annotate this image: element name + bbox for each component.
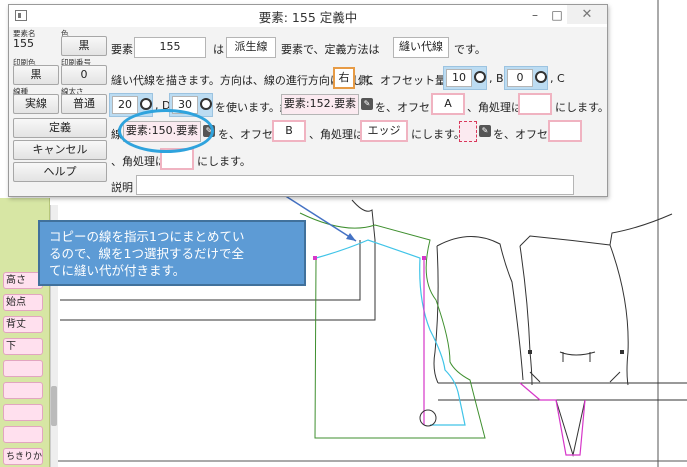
palette-item[interactable] bbox=[3, 360, 43, 377]
callout-line: てに縫い代が付きます。 bbox=[49, 263, 186, 278]
cancel-button[interactable]: キャンセル bbox=[13, 140, 107, 160]
callout-line: るので、線を1つ選択するだけで全 bbox=[49, 246, 244, 261]
help-button[interactable]: ヘルプ bbox=[13, 162, 107, 182]
direction-select[interactable]: 右 bbox=[333, 67, 355, 89]
line1-select[interactable]: 要素:152.要素 bbox=[281, 94, 359, 115]
minimize-button[interactable]: – bbox=[524, 7, 546, 23]
magnify-icon[interactable] bbox=[474, 71, 486, 83]
notch-circle bbox=[419, 409, 437, 427]
highlight-ellipse bbox=[118, 109, 214, 153]
pen-icon[interactable]: ✎ bbox=[479, 125, 491, 137]
offset2-select[interactable]: B bbox=[272, 120, 306, 142]
close-icon: ✕ bbox=[581, 7, 593, 22]
element-number-input[interactable]: 155 bbox=[134, 37, 206, 58]
annotation-callout: コピーの線を指示1つにまとめてい るので、線を1つ選択するだけで全 てに縫い代が… bbox=[38, 220, 306, 286]
line-width-button[interactable]: 普通 bbox=[61, 94, 107, 114]
callout-arrow-head bbox=[346, 233, 356, 241]
point-marker bbox=[620, 350, 624, 354]
restore-button[interactable]: □ bbox=[546, 7, 568, 23]
palette-item[interactable] bbox=[3, 426, 43, 443]
element-name-value: 155 bbox=[13, 37, 34, 50]
row3-text: にします。 bbox=[555, 101, 609, 114]
method-select[interactable]: 縫い代線 bbox=[393, 37, 449, 58]
print-color-button[interactable]: 黒 bbox=[13, 65, 59, 85]
derivation-select[interactable]: 派生線 bbox=[226, 37, 276, 58]
palette-item[interactable]: 背丈 bbox=[3, 316, 43, 333]
callout-line: コピーの線を指示1つにまとめてい bbox=[49, 229, 245, 244]
offset-c-input[interactable]: 20 bbox=[112, 96, 138, 114]
row1-text: 要素 bbox=[111, 43, 133, 56]
print-number-button[interactable]: 0 bbox=[61, 65, 107, 85]
row1-text: は bbox=[213, 43, 224, 56]
element-definition-dialog: 要素: 155 定義中 – □ ✕ 要素名 155 色 黒 印刷色 黒 印刷番号… bbox=[8, 4, 609, 197]
row2-text: , C bbox=[550, 72, 565, 85]
row5-text: にします。 bbox=[197, 155, 251, 168]
point-marker bbox=[422, 256, 426, 260]
seam-line bbox=[315, 239, 466, 426]
row2-text: , B bbox=[489, 72, 504, 85]
palette-item[interactable]: ちきりかえ bbox=[3, 448, 43, 465]
corner1-select[interactable] bbox=[518, 93, 552, 115]
offset-a-input[interactable]: 10 bbox=[446, 69, 472, 87]
row4-text: 、角処理は bbox=[309, 128, 364, 141]
row5-text: 、角処理は bbox=[111, 155, 166, 168]
row1-text: 要素で、定義方法は bbox=[281, 43, 380, 56]
corner2-select[interactable]: エッジ bbox=[360, 120, 408, 142]
pen-icon[interactable]: ✎ bbox=[361, 98, 373, 110]
palette-item[interactable] bbox=[3, 404, 43, 421]
row3-text: 、角処理は bbox=[467, 101, 522, 114]
line-type-button[interactable]: 実線 bbox=[13, 94, 59, 114]
description-input[interactable] bbox=[136, 175, 574, 195]
palette-scroll-thumb[interactable] bbox=[51, 386, 57, 426]
close-button[interactable]: ✕ bbox=[567, 5, 607, 24]
point-marker bbox=[313, 256, 317, 260]
description-label: 説明 bbox=[111, 181, 133, 194]
palette-item[interactable] bbox=[3, 382, 43, 399]
magnify-icon[interactable] bbox=[200, 98, 212, 110]
point-marker bbox=[528, 350, 532, 354]
row1-text: です。 bbox=[454, 43, 486, 56]
dialog-title: 要素: 155 定義中 bbox=[258, 10, 358, 25]
palette-item[interactable]: 下 bbox=[3, 338, 43, 355]
offset3-select[interactable] bbox=[548, 120, 582, 142]
line3-select[interactable] bbox=[459, 121, 477, 142]
magnify-icon[interactable] bbox=[140, 98, 152, 110]
offset1-select[interactable]: A bbox=[431, 93, 465, 115]
dialog-titlebar[interactable]: 要素: 155 定義中 – □ ✕ bbox=[9, 5, 607, 27]
row3-text: を使います。線 bbox=[215, 101, 291, 114]
palette-item[interactable]: 始点 bbox=[3, 294, 43, 311]
seam-allowance-outline bbox=[299, 212, 486, 439]
palette-item[interactable]: 高さ bbox=[3, 272, 43, 289]
color-button[interactable]: 黒 bbox=[61, 36, 107, 56]
define-button[interactable]: 定義 bbox=[13, 118, 107, 138]
magnify-icon[interactable] bbox=[535, 71, 547, 83]
offset-b-input[interactable]: 0 bbox=[507, 69, 533, 87]
